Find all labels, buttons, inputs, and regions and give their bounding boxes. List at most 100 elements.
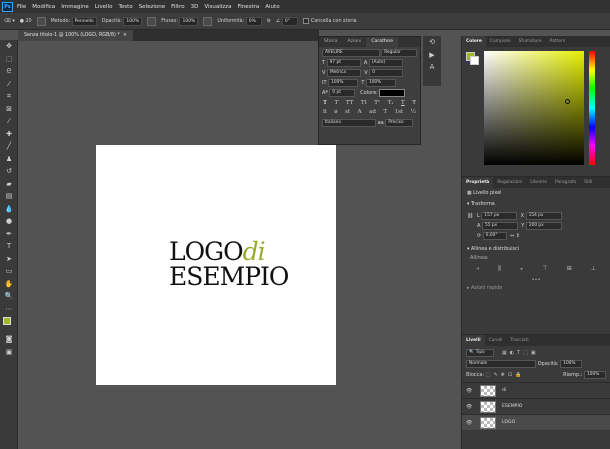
- tab-stili[interactable]: Stili: [580, 177, 596, 188]
- vertical-scale-field[interactable]: 100%: [328, 79, 359, 87]
- all-caps-button[interactable]: TT: [346, 100, 353, 106]
- smoothing-field[interactable]: 0%: [245, 16, 262, 26]
- baseline-field[interactable]: 0 pt: [329, 89, 356, 97]
- menu-finestra[interactable]: Finestra: [237, 4, 259, 10]
- actions-panel-button[interactable]: ▶: [423, 49, 441, 62]
- healing-tool[interactable]: ✚: [0, 128, 18, 141]
- font-family-select[interactable]: AVELIRE: [322, 49, 380, 57]
- kerning-field[interactable]: Metrica: [327, 69, 362, 77]
- y-field[interactable]: 200 px: [525, 222, 562, 230]
- align-bottom-icon[interactable]: ⊥: [591, 265, 596, 273]
- menu-selezione[interactable]: Selezione: [139, 4, 165, 10]
- layer-filter-select[interactable]: 🔍 Tipo: [466, 349, 494, 357]
- tab-livelli[interactable]: Livelli: [462, 335, 485, 346]
- width-field[interactable]: 157 px: [481, 212, 518, 220]
- airbrush-button[interactable]: [203, 16, 213, 26]
- hand-tool[interactable]: ✋: [0, 278, 18, 291]
- x-field[interactable]: 154 px: [525, 212, 562, 220]
- menu-livello[interactable]: Livello: [95, 4, 113, 10]
- dodge-tool[interactable]: ●: [0, 215, 18, 228]
- titling-button[interactable]: T: [383, 109, 387, 115]
- opacity-field[interactable]: 100%: [123, 16, 143, 26]
- flow-field[interactable]: 100%: [179, 16, 199, 26]
- character-panel-button[interactable]: A: [423, 61, 441, 74]
- tab-storia[interactable]: Storia: [319, 37, 343, 47]
- tracking-field[interactable]: 0: [369, 69, 404, 77]
- align-center-v-icon[interactable]: ⊞: [567, 265, 572, 273]
- tab-pattern[interactable]: Pattern: [546, 36, 570, 47]
- layer-row-selected[interactable]: 👁 LOGO: [462, 414, 610, 430]
- quick-actions-header[interactable]: ▸ Azioni rapide: [462, 283, 610, 294]
- contextual-alt-button[interactable]: ø: [334, 109, 337, 115]
- brush-settings-button[interactable]: [36, 16, 46, 26]
- method-select[interactable]: Pennello: [71, 16, 97, 26]
- document-tab[interactable]: Senza titolo-1 @ 100% (LOGO, RGB/8) * ×: [18, 30, 133, 41]
- angle-field[interactable]: 0,00°: [482, 232, 507, 240]
- eyedropper-tool[interactable]: ⁄: [0, 115, 18, 128]
- erase-history-checkbox[interactable]: Cancella con storia: [302, 18, 357, 24]
- align-top-icon[interactable]: ⊤: [542, 265, 547, 273]
- quick-select-tool[interactable]: ⁄: [0, 78, 18, 91]
- underline-button[interactable]: T: [401, 100, 405, 106]
- lasso-tool[interactable]: ᘓ: [0, 65, 18, 78]
- link-icon[interactable]: ⛓: [467, 213, 477, 219]
- menu-aiuto[interactable]: Aiuto: [265, 4, 279, 10]
- marquee-tool[interactable]: ⬚: [0, 53, 18, 66]
- superscript-button[interactable]: T¹: [374, 100, 380, 106]
- tab-tracciati[interactable]: Tracciati: [506, 335, 532, 346]
- language-select[interactable]: Italiano: [322, 119, 376, 127]
- tab-canali[interactable]: Canali: [485, 335, 507, 346]
- angle-field[interactable]: 0°: [281, 16, 298, 26]
- strikethrough-button[interactable]: Ŧ: [412, 100, 416, 106]
- fractions-button[interactable]: ½: [411, 109, 416, 115]
- layer-row[interactable]: 👁 ESEMPIO: [462, 398, 610, 414]
- color-swatches[interactable]: [0, 315, 18, 333]
- tab-paragrafo[interactable]: Paragrafo: [551, 177, 580, 188]
- lock-buttons[interactable]: ⬚✎✥⊡🔒: [486, 372, 525, 378]
- align-right-icon[interactable]: ⫟: [520, 265, 524, 273]
- layer-row[interactable]: 👁 di: [462, 382, 610, 398]
- move-tool[interactable]: ✥: [0, 40, 18, 53]
- menu-testo[interactable]: Testo: [118, 4, 132, 10]
- ordinals-button[interactable]: 1st: [395, 109, 404, 115]
- align-left-icon[interactable]: ⫞: [476, 265, 479, 273]
- document-canvas[interactable]: LOGOdi ESEMPIO: [96, 145, 336, 385]
- brush-size-picker[interactable]: ● 20: [20, 19, 32, 24]
- blur-tool[interactable]: 💧: [0, 203, 18, 216]
- small-caps-button[interactable]: Tt: [361, 100, 367, 106]
- pressure-opacity-button[interactable]: [147, 16, 157, 26]
- hue-slider[interactable]: [589, 51, 595, 165]
- history-brush-tool[interactable]: ↺: [0, 165, 18, 178]
- menu-modifica[interactable]: Modifica: [32, 4, 55, 10]
- tab-regolazioni[interactable]: Regolazioni: [493, 177, 526, 188]
- font-style-select[interactable]: Regular: [381, 49, 417, 57]
- gradient-tool[interactable]: ▤: [0, 190, 18, 203]
- horizontal-scale-field[interactable]: 100%: [365, 79, 396, 87]
- faux-bold-button[interactable]: T: [323, 100, 327, 106]
- visibility-eye-icon[interactable]: 👁: [466, 404, 474, 410]
- tab-azioni[interactable]: Azioni: [343, 37, 367, 47]
- font-size-field[interactable]: 97 pt: [326, 59, 361, 67]
- brush-tool[interactable]: ╱: [0, 140, 18, 153]
- pen-tool[interactable]: ✒: [0, 228, 18, 241]
- flip-vertical-icon[interactable]: ⇕: [516, 233, 520, 239]
- shape-tool[interactable]: ▭: [0, 265, 18, 278]
- faux-italic-button[interactable]: T: [335, 100, 339, 106]
- layer-opacity-field[interactable]: 100%: [560, 360, 583, 368]
- color-panel-bg-swatch[interactable]: [470, 56, 479, 65]
- history-panel-button[interactable]: ⟲: [423, 36, 441, 49]
- stylistic-alt-button[interactable]: ad: [369, 109, 376, 115]
- tab-colore[interactable]: Colore: [462, 36, 486, 47]
- fill-field[interactable]: 100%: [584, 371, 606, 379]
- path-select-tool[interactable]: ➤: [0, 253, 18, 266]
- tool-preset-picker[interactable]: ⌫ ▾: [4, 19, 15, 24]
- align-center-h-icon[interactable]: ⫼: [498, 265, 501, 273]
- menu-visualizza[interactable]: Visualizza: [204, 4, 231, 10]
- ligatures-button[interactable]: fi: [323, 109, 327, 115]
- tab-librerie[interactable]: Librerie: [526, 177, 551, 188]
- align-header[interactable]: ▾ Allinea e distribuisci: [462, 244, 610, 255]
- tab-sfumature[interactable]: Sfumature: [515, 36, 546, 47]
- menu-filtro[interactable]: Filtro: [171, 4, 184, 10]
- subscript-button[interactable]: T₁: [388, 100, 394, 106]
- visibility-eye-icon[interactable]: 👁: [466, 420, 474, 426]
